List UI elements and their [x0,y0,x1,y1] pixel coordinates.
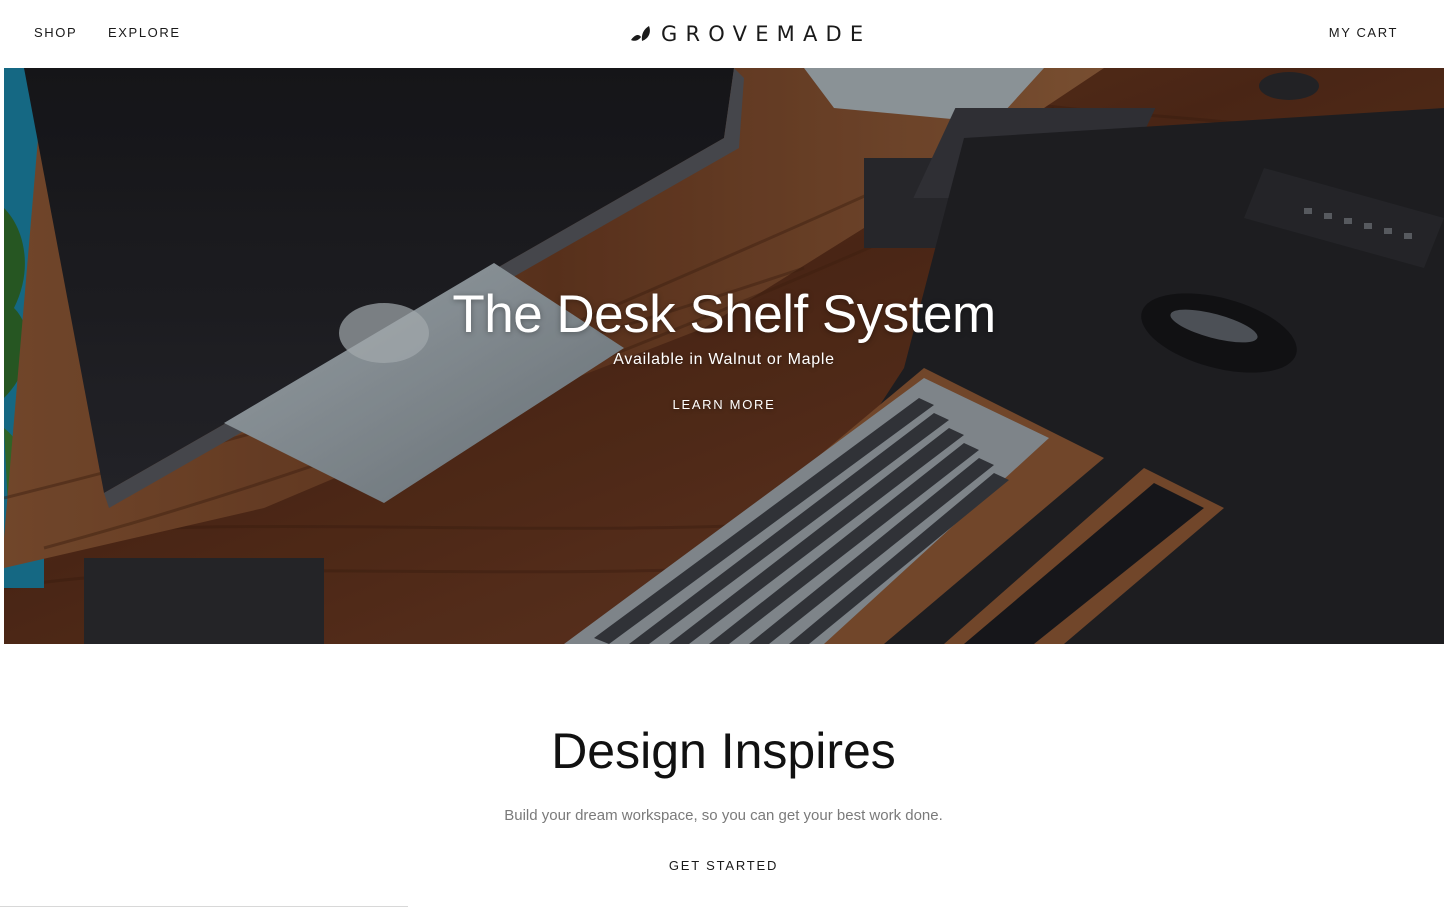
get-started-button[interactable]: GET STARTED [0,858,1447,873]
site-header: SHOP EXPLORE GROVEMADE MY CART [0,0,1447,68]
hero-subtitle: Available in Walnut or Maple [613,351,835,368]
learn-more-button[interactable]: LEARN MORE [4,397,1444,412]
brand-logo[interactable]: GROVEMADE [631,21,871,47]
hero-banner: The Desk Shelf System Available in Walnu… [4,68,1444,644]
section-title: Design Inspires [551,723,896,779]
divider [0,906,408,907]
leaf-icon [631,26,650,41]
hero-title: The Desk Shelf System [452,285,996,344]
brand-wordmark: GROVEMADE [661,22,872,46]
section-subtitle: Build your dream workspace, so you can g… [504,807,943,824]
nav-shop-link[interactable]: SHOP [34,25,77,40]
nav-explore-link[interactable]: EXPLORE [108,25,181,40]
cart-link[interactable]: MY CART [1329,25,1398,40]
